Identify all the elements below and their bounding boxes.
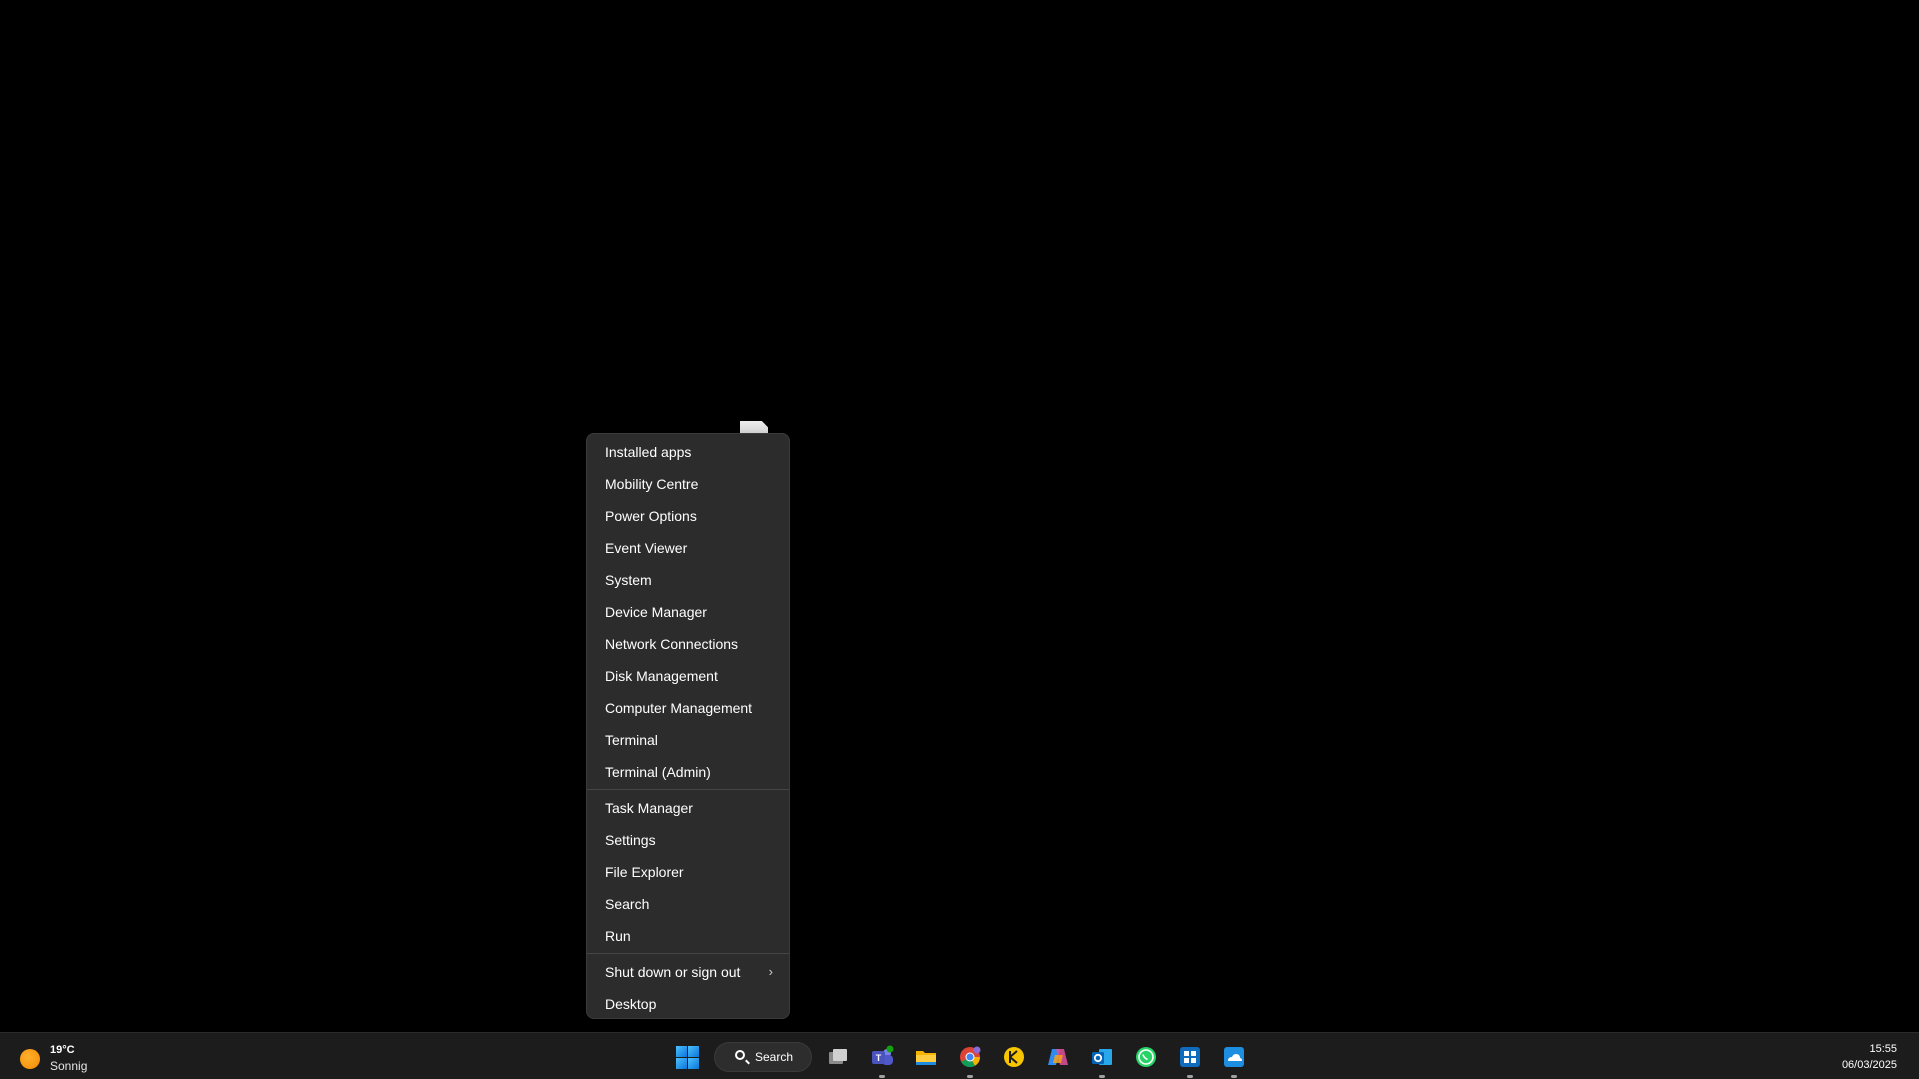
whatsapp-button[interactable] xyxy=(1126,1037,1166,1077)
weather-temperature: 19°C xyxy=(50,1044,75,1056)
menu-separator xyxy=(587,953,789,954)
chevron-right-icon: › xyxy=(768,964,773,979)
menu-item-system[interactable]: System xyxy=(591,564,785,596)
power-user-menu: Installed apps Mobility Centre Power Opt… xyxy=(586,433,790,1019)
chrome-button[interactable] xyxy=(950,1037,990,1078)
menu-separator xyxy=(587,789,789,790)
teams-button[interactable]: T xyxy=(862,1037,902,1078)
menu-item-network-connections[interactable]: Network Connections xyxy=(591,628,785,660)
weather-condition: Sonnig xyxy=(50,1059,88,1073)
chrome-icon xyxy=(960,1046,981,1068)
clock-time: 15:55 xyxy=(1869,1043,1897,1055)
outlook-button[interactable] xyxy=(1082,1037,1122,1078)
menu-item-power-options[interactable]: Power Options xyxy=(591,500,785,532)
menu-item-search[interactable]: Search xyxy=(591,888,785,920)
menu-item-mobility-centre[interactable]: Mobility Centre xyxy=(591,468,785,500)
menu-item-label: Shut down or sign out xyxy=(605,964,741,980)
copilot-icon xyxy=(1048,1049,1068,1065)
menu-item-installed-apps[interactable]: Installed apps xyxy=(591,436,785,468)
menu-item-device-manager[interactable]: Device Manager xyxy=(591,596,785,628)
menu-item-computer-management[interactable]: Computer Management xyxy=(591,692,785,724)
windows-app-icon xyxy=(1180,1047,1200,1067)
onedrive-app-button[interactable] xyxy=(1214,1037,1254,1078)
menu-item-run[interactable]: Run xyxy=(591,920,785,952)
taskbar: 19°C Sonnig Search T 15:55 06/03/2025 xyxy=(0,1032,1919,1079)
copilot-button[interactable] xyxy=(1038,1037,1078,1077)
outlook-icon xyxy=(1092,1049,1112,1065)
task-view-icon xyxy=(829,1049,847,1064)
desktop-background[interactable] xyxy=(0,0,1919,1032)
onedrive-app-icon xyxy=(1224,1047,1244,1067)
menu-item-shut-down-or-sign-out[interactable]: Shut down or sign out › xyxy=(591,956,785,988)
keeper-icon xyxy=(1004,1047,1024,1067)
menu-item-disk-management[interactable]: Disk Management xyxy=(591,660,785,692)
weather-widget[interactable]: 19°C Sonnig xyxy=(18,1041,98,1073)
menu-item-settings[interactable]: Settings xyxy=(591,824,785,856)
system-clock[interactable]: 15:55 06/03/2025 xyxy=(1842,1041,1897,1073)
menu-item-event-viewer[interactable]: Event Viewer xyxy=(591,532,785,564)
keeper-button[interactable] xyxy=(994,1037,1034,1077)
menu-item-desktop[interactable]: Desktop xyxy=(591,988,785,1020)
whatsapp-icon xyxy=(1136,1047,1156,1067)
file-explorer-icon xyxy=(916,1051,936,1065)
svg-text:T: T xyxy=(876,1053,882,1063)
teams-icon: T xyxy=(872,1045,894,1065)
menu-item-task-manager[interactable]: Task Manager xyxy=(591,792,785,824)
search-label: Search xyxy=(755,1050,794,1064)
task-view-button[interactable] xyxy=(818,1037,858,1077)
search-icon xyxy=(735,1050,745,1060)
menu-item-file-explorer[interactable]: File Explorer xyxy=(591,856,785,888)
menu-item-terminal[interactable]: Terminal xyxy=(591,724,785,756)
clock-date: 06/03/2025 xyxy=(1841,1059,1897,1071)
menu-item-terminal-admin[interactable]: Terminal (Admin) xyxy=(591,756,785,788)
sun-icon xyxy=(20,1049,40,1069)
windows-app-button[interactable] xyxy=(1170,1037,1210,1078)
taskbar-search[interactable]: Search xyxy=(714,1042,812,1072)
file-explorer-button[interactable] xyxy=(906,1037,946,1077)
start-button[interactable] xyxy=(668,1037,708,1077)
windows-start-icon xyxy=(676,1046,699,1069)
